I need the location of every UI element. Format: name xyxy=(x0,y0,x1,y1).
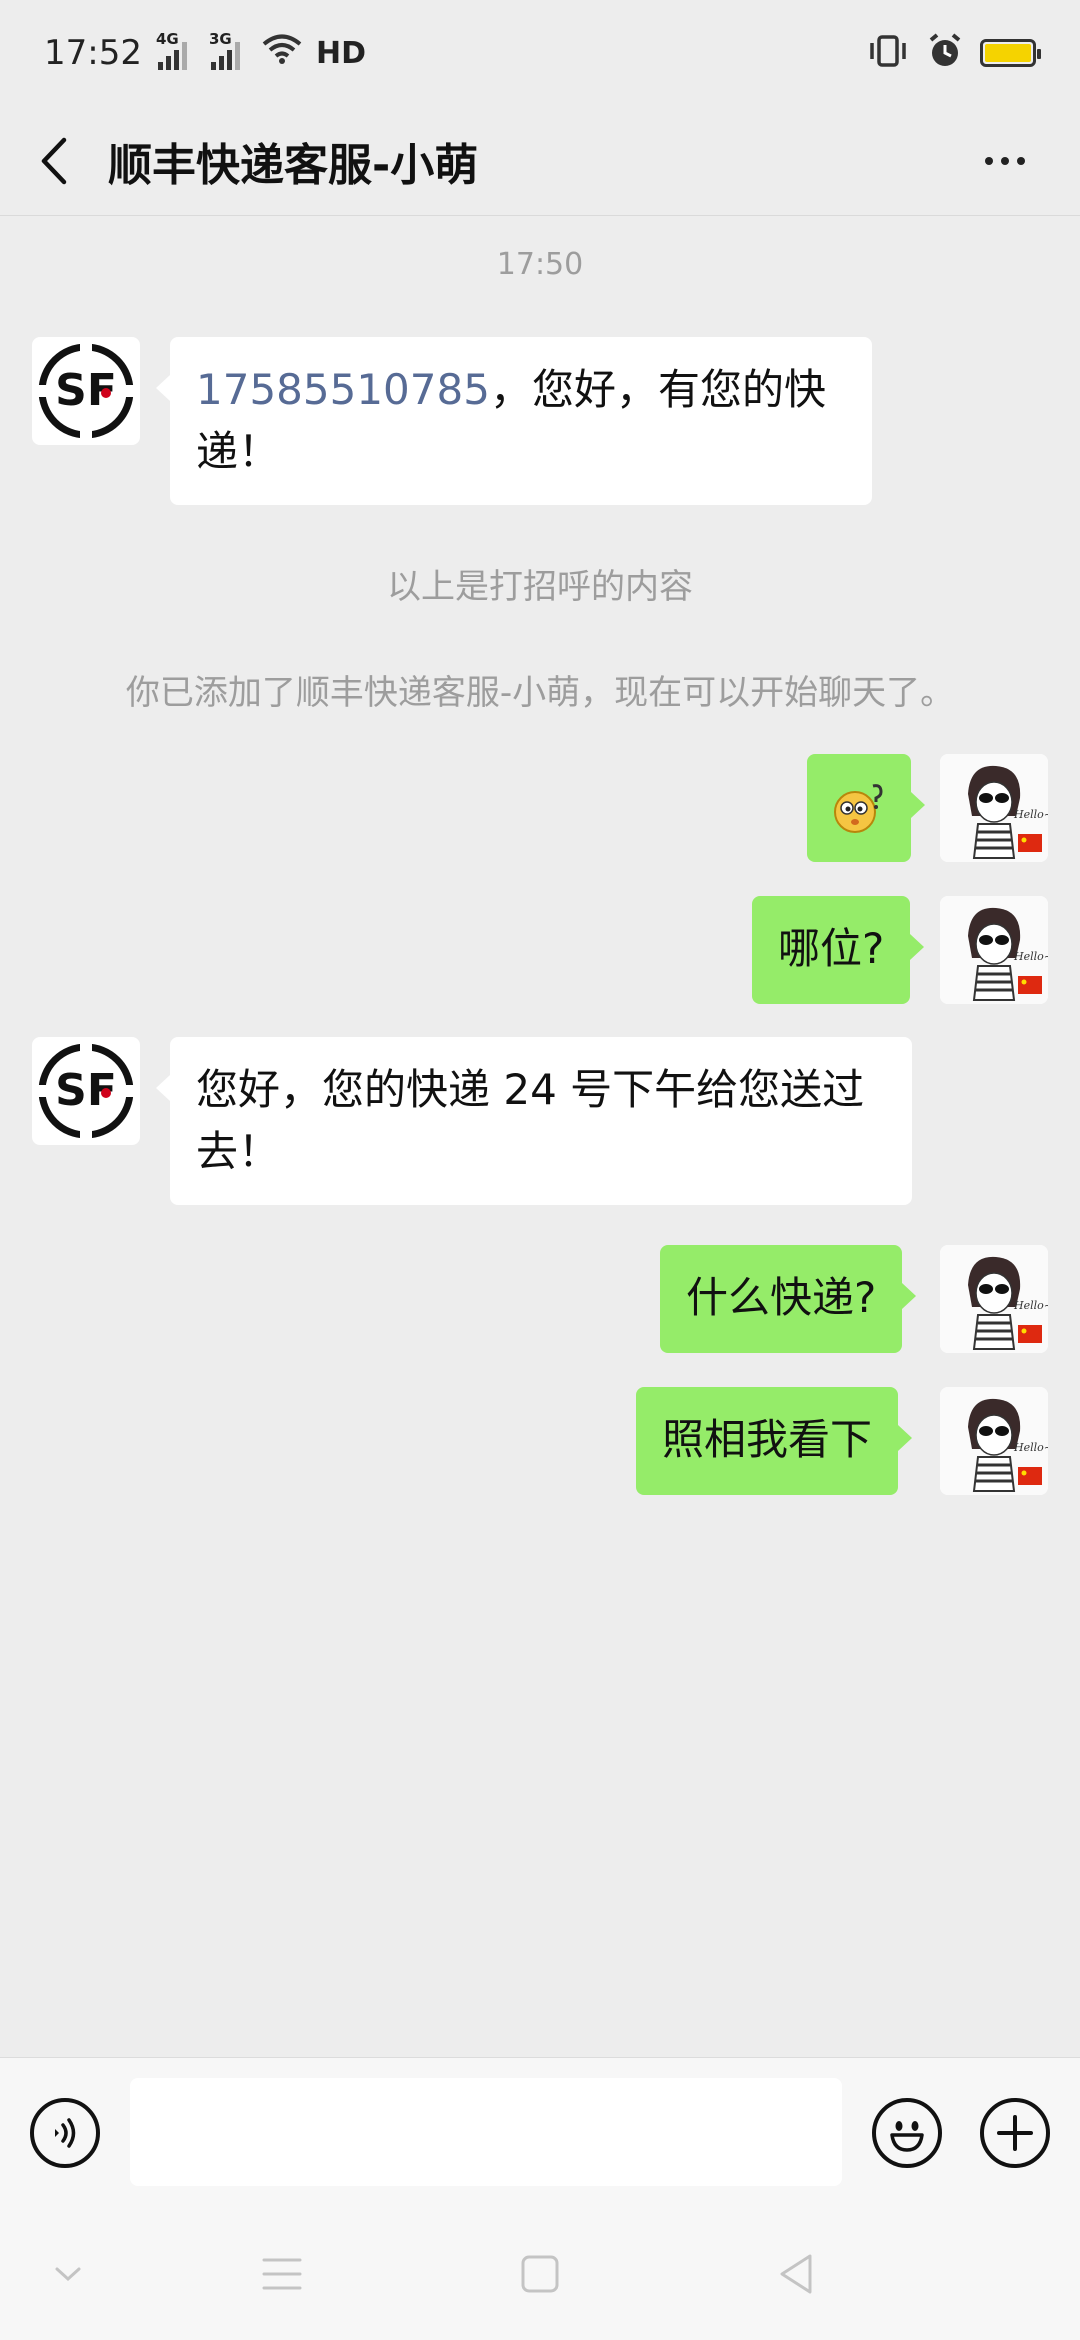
menu-icon xyxy=(262,2258,302,2289)
smiley-icon xyxy=(890,2121,924,2152)
status-right xyxy=(866,32,1041,74)
more-options-button[interactable] xyxy=(970,106,1040,216)
status-bar: 17:52 4G 3G HD xyxy=(0,0,1080,106)
message-incoming-delivery[interactable]: 您好，您的快递 24 号下午给您送过去！ xyxy=(156,1037,912,1205)
home-square-icon xyxy=(521,2255,559,2292)
voice-input-button[interactable] xyxy=(30,2098,100,2168)
sf-logo-icon: SF xyxy=(38,343,134,439)
nav-home-button[interactable] xyxy=(480,2207,600,2340)
signal-label: 4G xyxy=(155,30,179,48)
user-avatar[interactable]: Hello~ xyxy=(940,1387,1048,1495)
chat-area[interactable]: 17:50 SF 17585510785，您好，有您的快递！ 以上是打招呼的内容… xyxy=(0,217,1080,2057)
cell-signal-icon: 4G xyxy=(156,30,187,70)
message-text: 您好，您的快递 24 号下午给您送过去！ xyxy=(196,1065,865,1176)
timestamp: 17:50 xyxy=(496,247,584,282)
message-input[interactable] xyxy=(130,2078,842,2186)
avatar-hello-text: Hello~ xyxy=(1013,1299,1048,1312)
more-dot-icon xyxy=(1017,156,1025,165)
confused-face-emoji-icon xyxy=(834,784,883,833)
chevron-down-icon xyxy=(55,2267,81,2281)
chat-title: 顺丰快递客服-小萌 xyxy=(108,139,479,191)
message-text: 什么快递? xyxy=(686,1273,877,1322)
voice-icon xyxy=(55,2118,76,2148)
battery-icon xyxy=(980,39,1041,67)
sf-logo-icon: SF xyxy=(38,1043,134,1139)
cell-signal-icon: 3G xyxy=(209,30,240,70)
nav-back-button[interactable] xyxy=(736,2207,856,2340)
emoji-button[interactable] xyxy=(872,2098,942,2168)
chat-header: 顺丰快递客服-小萌 xyxy=(0,106,1080,216)
input-bar xyxy=(0,2057,1080,2207)
sf-avatar[interactable]: SF xyxy=(32,1037,140,1145)
phone-number-link[interactable]: 17585510785 xyxy=(196,365,490,414)
avatar-hello-text: Hello~ xyxy=(1013,808,1048,821)
message-incoming-greeting[interactable]: 17585510785，您好，有您的快递！ xyxy=(156,337,872,505)
sf-avatar[interactable]: SF xyxy=(32,337,140,445)
plus-icon xyxy=(997,2115,1033,2151)
back-triangle-icon xyxy=(780,2254,812,2293)
message-text: 照相我看下 xyxy=(662,1415,873,1464)
system-navigation-bar xyxy=(0,2207,1080,2340)
alarm-icon xyxy=(926,32,964,74)
message-outgoing-what[interactable]: 什么快递? xyxy=(660,1245,917,1353)
more-dot-icon xyxy=(985,156,993,165)
avatar-hello-text: Hello~ xyxy=(1013,1441,1048,1454)
signal-label: 3G xyxy=(208,30,232,48)
wifi-icon xyxy=(262,33,302,74)
user-avatar[interactable]: Hello~ xyxy=(940,754,1048,862)
more-functions-button[interactable] xyxy=(980,2098,1050,2168)
system-added-note: 你已添加了顺丰快递客服-小萌，现在可以开始聊天了。 xyxy=(125,673,955,713)
nav-collapse-button[interactable] xyxy=(8,2207,128,2340)
message-outgoing-photo[interactable]: 照相我看下 xyxy=(636,1387,913,1495)
status-time: 17:52 xyxy=(44,33,142,73)
message-outgoing-who[interactable]: 哪位? xyxy=(752,896,925,1004)
system-greeting-note: 以上是打招呼的内容 xyxy=(387,567,693,607)
avatar-hello-text: Hello~ xyxy=(1013,950,1048,963)
message-outgoing-emoji[interactable] xyxy=(807,754,925,862)
user-avatar[interactable]: Hello~ xyxy=(940,1245,1048,1353)
status-left: 17:52 4G 3G HD xyxy=(44,30,366,74)
more-dot-icon xyxy=(1001,156,1009,165)
vibrate-icon xyxy=(866,33,910,73)
back-arrow-icon xyxy=(41,137,67,184)
hd-label: HD xyxy=(315,35,366,71)
nav-menu-button[interactable] xyxy=(222,2207,342,2340)
message-text: 哪位? xyxy=(778,924,885,973)
user-avatar[interactable]: Hello~ xyxy=(940,896,1048,1004)
back-button[interactable] xyxy=(8,106,98,216)
